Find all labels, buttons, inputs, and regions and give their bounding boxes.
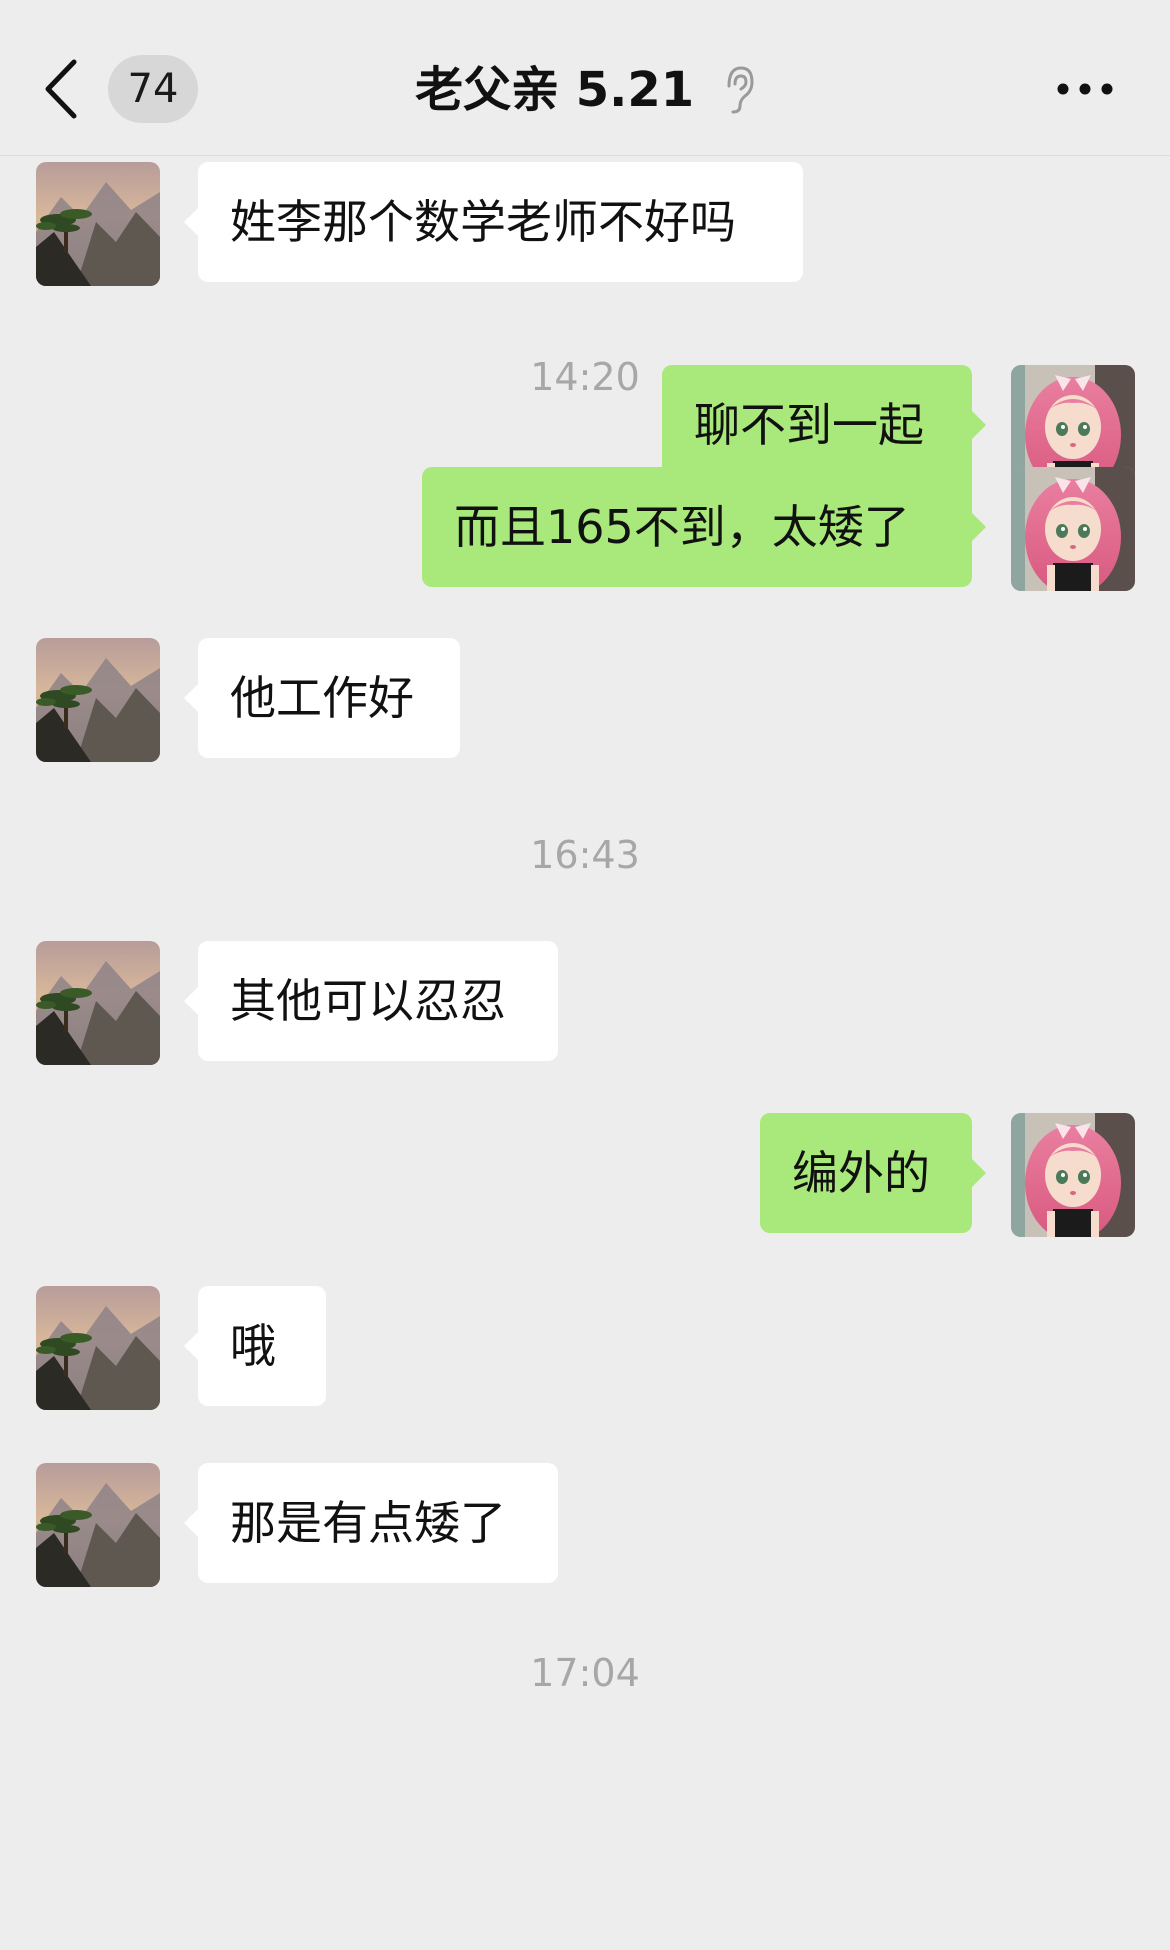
incoming-message[interactable]: 哦: [184, 1286, 326, 1406]
timestamp: 16:43: [530, 833, 640, 877]
chevron-left-icon[interactable]: [42, 58, 82, 120]
chat-header: 74 老父亲 5.21: [0, 0, 1170, 156]
timestamp: 17:04: [530, 1651, 640, 1695]
outgoing-message[interactable]: 而且165不到，太矮了: [422, 467, 986, 587]
landscape-pine-avatar[interactable]: [36, 1463, 160, 1587]
incoming-message[interactable]: 其他可以忍忍: [184, 941, 558, 1061]
landscape-pine-avatar[interactable]: [36, 941, 160, 1065]
more-dots-icon[interactable]: [1055, 75, 1115, 103]
incoming-message[interactable]: 那是有点矮了: [184, 1463, 558, 1583]
chat-title[interactable]: 老父亲 5.21: [415, 62, 694, 118]
landscape-pine-avatar[interactable]: [36, 638, 160, 762]
outgoing-message[interactable]: 编外的: [760, 1113, 986, 1233]
landscape-pine-avatar[interactable]: [36, 162, 160, 286]
unread-count-badge[interactable]: 74: [108, 55, 198, 123]
landscape-pine-avatar[interactable]: [36, 1286, 160, 1410]
anime-girl-avatar[interactable]: [1011, 1113, 1135, 1237]
timestamp: 14:20: [530, 355, 640, 399]
ear-icon: [727, 66, 754, 114]
anime-girl-avatar[interactable]: [1011, 467, 1135, 591]
incoming-message[interactable]: 姓李那个数学老师不好吗: [184, 162, 803, 282]
incoming-message[interactable]: 他工作好: [184, 638, 460, 758]
